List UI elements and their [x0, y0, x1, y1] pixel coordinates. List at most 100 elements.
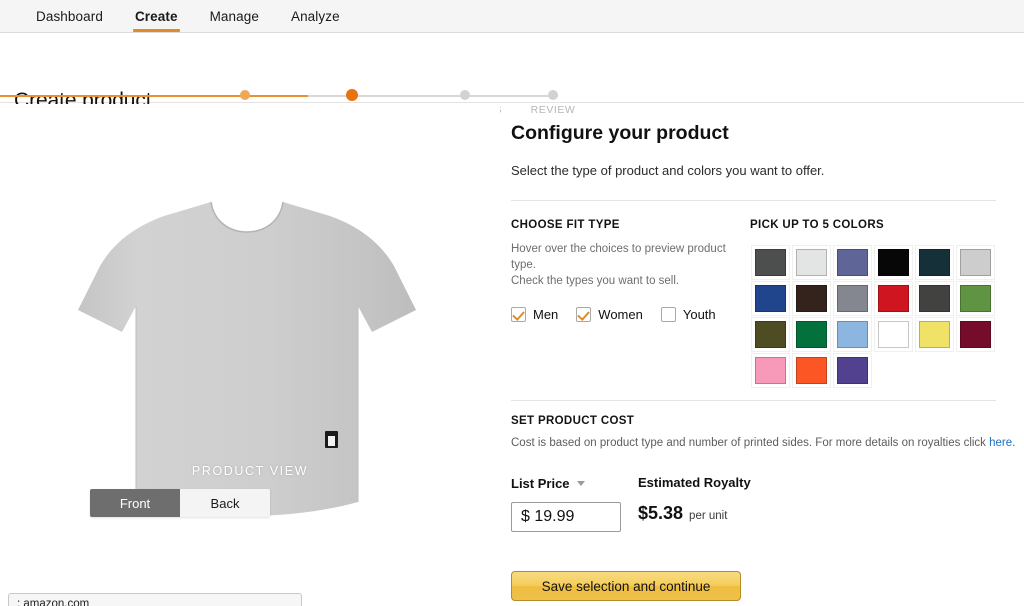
color-swatch-white-heather[interactable]	[791, 247, 831, 277]
view-toggle-back[interactable]: Back	[180, 489, 270, 517]
color-swatch-blue-heather[interactable]	[832, 247, 872, 277]
configure-title: Configure your product	[511, 122, 729, 144]
stepper-dot	[548, 90, 558, 100]
color-swatch-fill	[795, 284, 827, 312]
color-swatch-orange[interactable]	[791, 355, 831, 385]
product-cost-section: SET PRODUCT COST Cost is based on produc…	[511, 415, 1024, 601]
price-row: List Price Estimated Royalty $5.38 per un…	[511, 475, 1024, 545]
product-cost-heading: SET PRODUCT COST	[511, 415, 635, 427]
color-swatch-fill	[959, 284, 991, 312]
configure-subtitle: Select the type of product and colors yo…	[511, 163, 825, 178]
estimated-royalty-unit: per unit	[689, 510, 728, 522]
create-product-page: Dashboard Create Manage Analyze Create p…	[0, 0, 1024, 606]
color-picker-section: PICK UP TO 5 COLORS	[750, 219, 1005, 385]
stepper-dot	[240, 90, 250, 100]
color-picker-heading: PICK UP TO 5 COLORS	[750, 219, 885, 231]
checkbox-men[interactable]	[511, 307, 526, 322]
chevron-down-icon[interactable]	[576, 481, 585, 487]
stepper-dot	[346, 89, 358, 101]
brand-tag-icon	[325, 431, 338, 448]
cost-hint-prefix: Cost is based on product type and number…	[511, 437, 990, 449]
stepper-line-done	[0, 95, 308, 97]
fit-option-women[interactable]: Women	[576, 307, 643, 322]
estimated-royalty-value: $5.38	[638, 503, 684, 523]
top-navigation: Dashboard Create Manage Analyze	[0, 0, 1024, 33]
divider	[511, 400, 996, 401]
color-swatch-light-blue[interactable]	[832, 319, 872, 349]
fit-type-options: Men Women Youth	[511, 307, 746, 322]
nav-item-analyze[interactable]: Analyze	[275, 0, 356, 33]
color-swatch-fill	[918, 248, 950, 276]
list-price-input[interactable]	[511, 502, 621, 532]
color-swatch-dark-brown[interactable]	[791, 283, 831, 313]
color-swatch-fill	[836, 356, 868, 384]
checkbox-youth[interactable]	[660, 307, 676, 322]
tshirt-preview	[72, 182, 422, 542]
checkbox-women[interactable]	[576, 307, 592, 322]
product-view-toggle: Front Back	[90, 489, 270, 517]
royalties-here-link[interactable]: here	[989, 437, 1012, 449]
fit-option-youth[interactable]: Youth	[660, 307, 716, 322]
product-preview-panel: PRODUCT VIEW Front Back	[0, 104, 500, 606]
fit-type-section: CHOOSE FIT TYPE Hover over the choices t…	[511, 219, 746, 322]
color-swatch-fill	[754, 284, 786, 312]
divider	[511, 200, 996, 201]
color-swatch-fill	[918, 284, 950, 312]
color-swatch-fill	[877, 248, 909, 276]
estimated-royalty-label: Estimated Royalty	[638, 475, 751, 490]
color-swatch-fill	[836, 320, 868, 348]
color-swatch-red[interactable]	[873, 283, 913, 313]
color-swatch-purple[interactable]	[832, 355, 872, 385]
color-swatch-fill	[836, 284, 868, 312]
color-swatch-olive[interactable]	[750, 319, 790, 349]
color-swatch-dark-heather[interactable]	[750, 247, 790, 277]
color-swatch-white[interactable]	[873, 319, 913, 349]
download-status-bar[interactable]: : amazon.com	[8, 593, 302, 606]
nav-item-create[interactable]: Create	[119, 0, 194, 33]
product-view-label: PRODUCT VIEW	[191, 464, 309, 478]
list-price-label: List Price	[511, 476, 570, 491]
color-swatch-green[interactable]	[955, 283, 995, 313]
color-swatch-fill	[754, 320, 786, 348]
fit-option-men[interactable]: Men	[511, 307, 558, 322]
color-swatch-yellow[interactable]	[914, 319, 954, 349]
color-swatch-fill	[795, 356, 827, 384]
color-swatch-light-gray[interactable]	[955, 247, 995, 277]
fit-type-hint: Hover over the choices to preview produc…	[511, 241, 746, 289]
fit-option-label: Youth	[682, 307, 716, 322]
nav-label: Analyze	[290, 8, 340, 24]
color-swatch-fill	[795, 320, 827, 348]
fit-option-label: Women	[598, 307, 643, 322]
color-swatch-maroon[interactable]	[955, 319, 995, 349]
color-swatch-fill	[795, 248, 827, 276]
nav-label: Manage	[209, 8, 259, 24]
nav-label: Dashboard	[36, 8, 103, 24]
color-swatch-fill	[877, 284, 909, 312]
color-swatch-fill	[877, 320, 909, 348]
fit-type-hint-line1: Hover over the choices to preview produc…	[511, 243, 726, 271]
page-header: Create product UPLOAD ART BUILD PRODUCT …	[0, 33, 1024, 116]
nav-item-manage[interactable]: Manage	[194, 0, 275, 33]
tshirt-icon	[78, 201, 416, 516]
estimated-royalty-group: Estimated Royalty $5.38 per unit	[638, 475, 751, 524]
nav-item-dashboard[interactable]: Dashboard	[20, 0, 119, 33]
configure-columns: CHOOSE FIT TYPE Hover over the choices t…	[511, 219, 1024, 384]
color-swatch-fill	[918, 320, 950, 348]
nav-label: Create	[134, 8, 178, 24]
save-selection-button[interactable]: Save selection and continue	[511, 571, 741, 601]
color-swatch-pink[interactable]	[750, 355, 790, 385]
estimated-royalty-value-row: $5.38 per unit	[638, 503, 751, 524]
color-swatch-grid	[750, 247, 1005, 385]
color-swatch-black[interactable]	[873, 247, 913, 277]
color-swatch-forest-green[interactable]	[791, 319, 831, 349]
color-swatch-navy[interactable]	[750, 283, 790, 313]
color-swatch-fill	[754, 248, 786, 276]
color-swatch-fill	[959, 320, 991, 348]
configure-product-panel: Configure your product Select the type o…	[511, 104, 1024, 606]
color-swatch-charcoal[interactable]	[914, 283, 954, 313]
list-price-group: List Price	[511, 475, 1024, 532]
fit-option-label: Men	[533, 307, 559, 322]
color-swatch-dark-teal[interactable]	[914, 247, 954, 277]
view-toggle-front[interactable]: Front	[90, 489, 180, 517]
color-swatch-gray[interactable]	[832, 283, 872, 313]
